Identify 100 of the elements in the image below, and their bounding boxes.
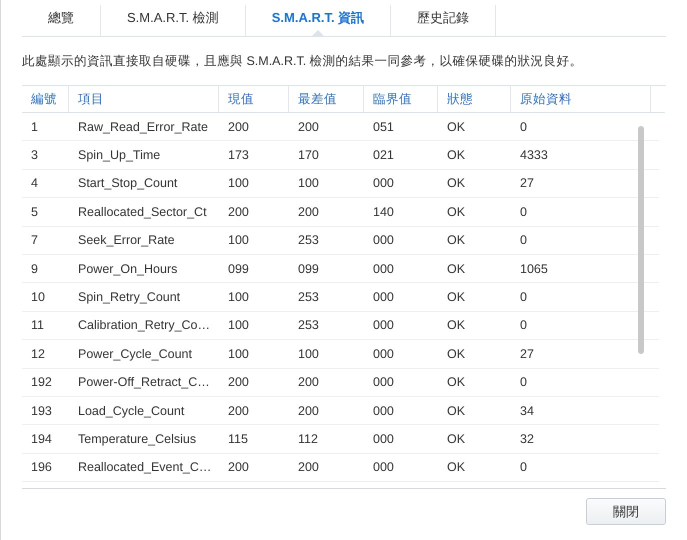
table-cell-text: 32: [519, 432, 535, 446]
column-header[interactable]: 最差值: [289, 86, 364, 112]
table-cell-text: 200: [227, 404, 250, 418]
table-cell-text: 021: [372, 148, 395, 162]
table-cell-text: Seek_Error_Rate: [77, 233, 176, 248]
table-cell-text: 27: [519, 346, 535, 361]
table-cell-text: Load_Cycle_Count: [77, 404, 186, 418]
tab[interactable]: S.M.A.R.T. 資訊: [246, 5, 392, 36]
table-cell-text: 000: [372, 432, 395, 446]
table-cell-text: Calibration_Retry_Co…: [77, 318, 212, 332]
scrollbar-thumb[interactable]: [638, 126, 644, 354]
column-header[interactable]: 項目: [69, 86, 219, 112]
table-cell-text: 34: [519, 404, 535, 418]
table-cell-text: 000: [372, 460, 395, 474]
table-cell-text: 099: [227, 262, 250, 276]
table-cell-text: Power_Cycle_Count: [77, 346, 193, 361]
table-cell-text: 100: [227, 318, 250, 332]
table-cell-text: 1065: [519, 262, 549, 276]
table-cell-text: 253: [297, 290, 320, 304]
table-cell-text: 200: [297, 204, 320, 219]
table-cell-text: 200: [227, 120, 250, 134]
column-header[interactable]: 原始資料: [511, 86, 651, 112]
table-cell-text: 192: [30, 375, 53, 390]
table-cell-text: OK: [446, 233, 466, 248]
table-cell-text: 200: [297, 404, 320, 418]
table-cell-text: 193: [30, 404, 53, 418]
column-header[interactable]: 狀態: [438, 86, 511, 112]
table-cell-text: 100: [227, 346, 250, 361]
tab[interactable]: S.M.A.R.T. 檢測: [101, 5, 246, 36]
table-cell-text: 000: [372, 375, 395, 390]
table-cell-text: 100: [227, 176, 250, 190]
table-cell-text: 000: [372, 262, 395, 276]
table-cell-text: OK: [446, 176, 466, 190]
column-header[interactable]: 現值: [219, 86, 289, 112]
table-cell-text: 100: [297, 346, 320, 361]
table-cell-text: 3: [30, 148, 39, 162]
table-cell-text: 100: [227, 233, 250, 248]
table-cell-text: 200: [297, 460, 320, 474]
table-cell-text: 000: [372, 176, 395, 190]
table-cell-text: 4: [30, 176, 39, 190]
table-cell-text: Reallocated_Sector_Ct: [77, 204, 208, 219]
table-cell-text: OK: [446, 290, 466, 304]
table-cell-text: 000: [372, 290, 395, 304]
table-cell-text: OK: [446, 204, 466, 219]
table-cell-text: 253: [297, 233, 320, 248]
table-cell-text: 253: [297, 318, 320, 332]
table-cell-text: 0: [519, 233, 528, 248]
table-cell-text: 27: [519, 176, 535, 190]
table-cell-text: OK: [446, 120, 466, 134]
table-cell-text: 4333: [519, 148, 549, 162]
table-cell-text: OK: [446, 432, 466, 446]
table-cell-text: 0: [519, 290, 528, 304]
close-button[interactable]: 關閉: [586, 498, 666, 525]
table-cell-text: Raw_Read_Error_Rate: [77, 120, 209, 134]
table-cell-text: 194: [30, 432, 53, 446]
table-cell-text: 115: [227, 432, 249, 446]
table-cell-text: 051: [372, 120, 395, 134]
description-text: 此處顯示的資訊直接取自硬碟，且應與 S.M.A.R.T. 檢測的結果一同參考，以確保硬碟的狀況良好。: [22, 53, 584, 70]
table-cell-text: 11: [30, 318, 45, 332]
table-cell-text: 1: [30, 120, 39, 134]
table-cell-text: 170: [297, 148, 320, 162]
tab[interactable]: 總覽: [22, 5, 101, 36]
table-cell-text: Spin_Up_Time: [77, 148, 162, 162]
tab[interactable]: 歷史記錄: [391, 5, 496, 36]
table-cell-text: 173: [227, 148, 250, 162]
table-cell-text: OK: [446, 148, 466, 162]
column-header[interactable]: 編號: [22, 86, 69, 112]
table-cell-text: Reallocated_Event_C…: [77, 460, 212, 474]
table-cell-text: 000: [372, 346, 395, 361]
column-header[interactable]: 臨界值: [364, 86, 438, 112]
table-cell-text: 5: [30, 204, 39, 219]
table-cell-text: 100: [297, 176, 320, 190]
table-cell-text: 200: [297, 120, 320, 134]
table-cell-text: OK: [446, 404, 466, 418]
table-cell-text: 0: [519, 460, 528, 474]
table-cell-text: 200: [297, 375, 320, 390]
table-cell-text: Start_Stop_Count: [77, 176, 178, 190]
table-cell-text: 112: [297, 432, 319, 446]
table-cell-text: 200: [227, 375, 250, 390]
table-cell-text: Power_On_Hours: [77, 262, 178, 276]
table-cell-text: 200: [227, 204, 250, 219]
table-cell-text: 0: [519, 375, 528, 390]
table-cell-text: 140: [372, 204, 395, 219]
table-cell-text: OK: [446, 460, 466, 474]
table-cell-text: Temperature_Celsius: [77, 432, 198, 446]
table-cell-text: Power-Off_Retract_C…: [77, 375, 211, 390]
table-cell-text: 0: [519, 318, 528, 332]
table-cell-text: 12: [30, 346, 46, 361]
table-cell-text: 100: [227, 290, 250, 304]
table-cell-text: 196: [30, 460, 53, 474]
table-cell-text: 9: [30, 262, 39, 276]
table-cell-text: OK: [446, 346, 466, 361]
table-cell-text: 0: [519, 204, 528, 219]
table-cell-text: 10: [30, 290, 46, 304]
table-cell-text: 000: [372, 318, 395, 332]
table-cell-text: 000: [372, 233, 395, 248]
table-cell-text: 0: [519, 120, 528, 134]
table-cell-text: Spin_Retry_Count: [77, 290, 182, 304]
table-cell-text: 099: [297, 262, 320, 276]
table-cell-text: OK: [446, 375, 466, 390]
